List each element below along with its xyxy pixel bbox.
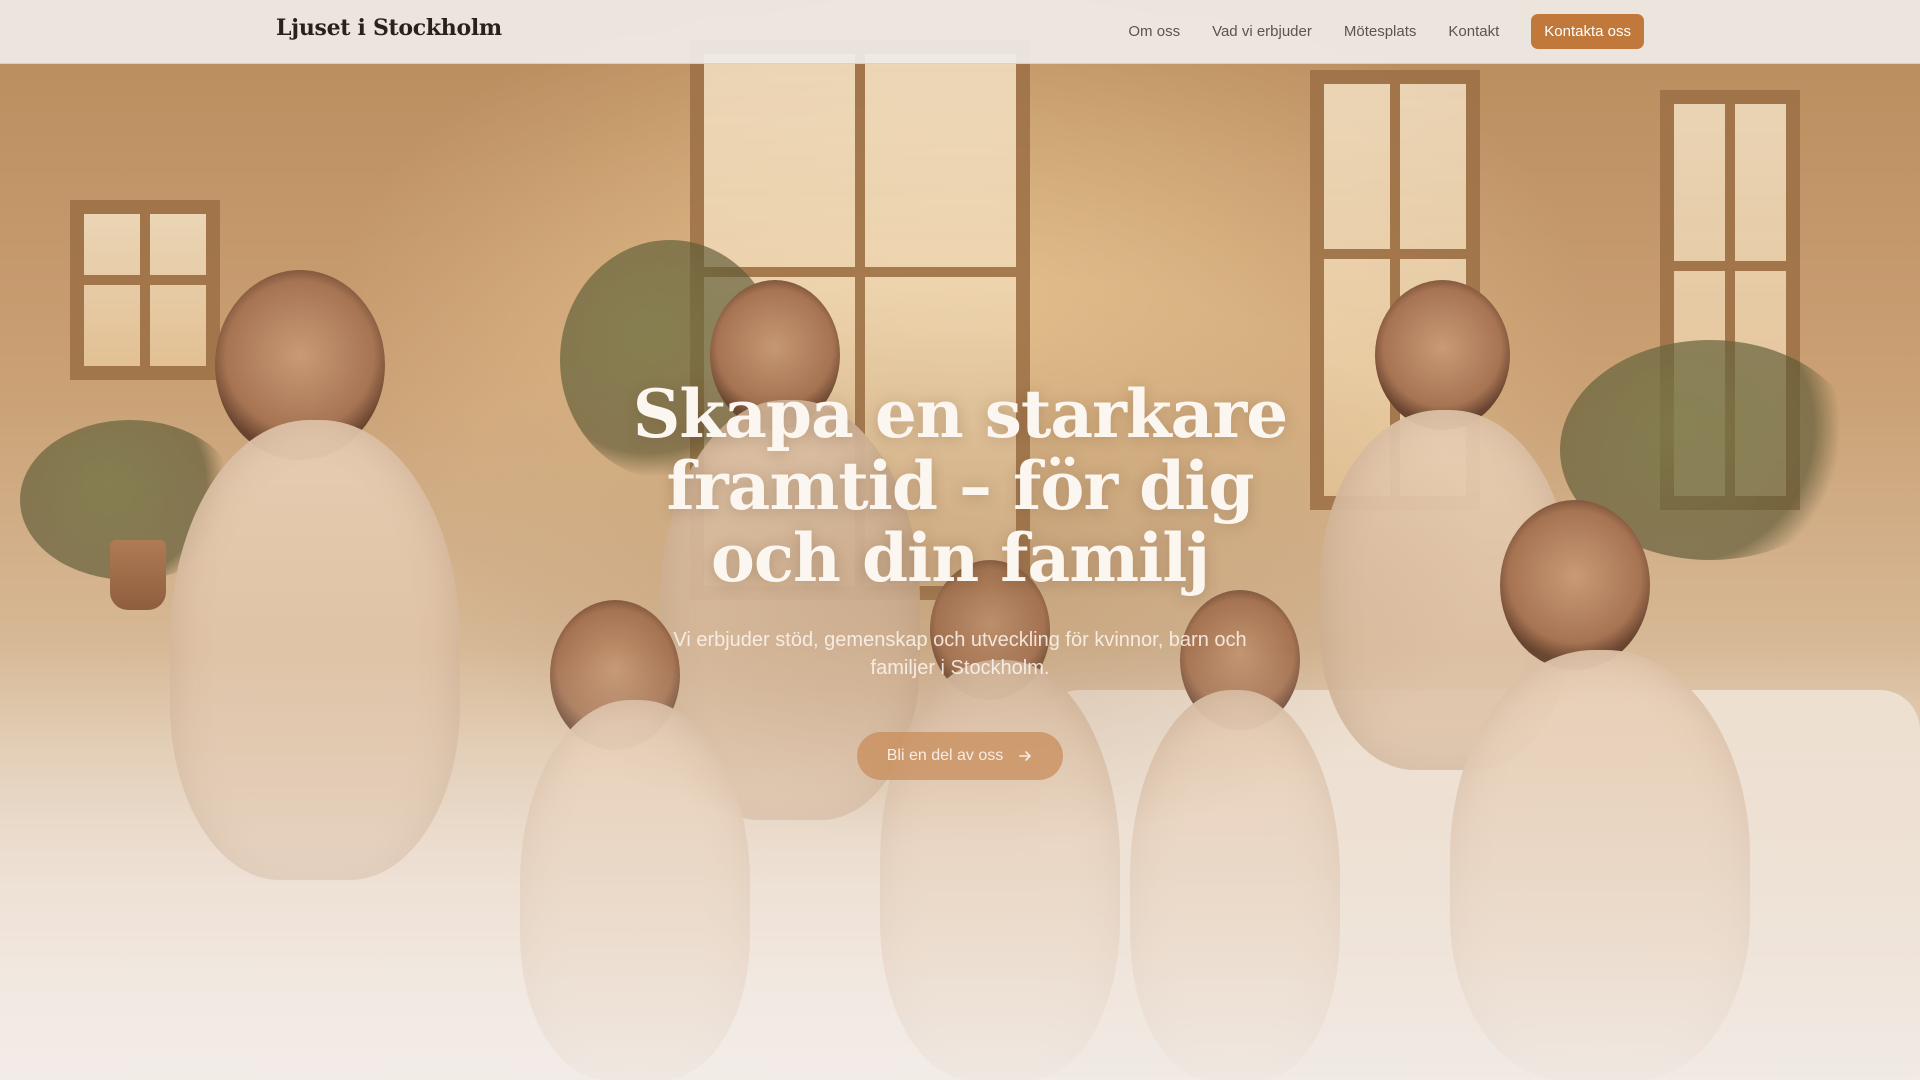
nav-link-om-oss[interactable]: Om oss xyxy=(1128,23,1180,40)
join-us-button-label: Bli en del av oss xyxy=(886,747,1004,764)
hero-section: Skapa en starkare framtid – för dig och … xyxy=(0,378,1920,780)
arrow-right-icon xyxy=(1017,748,1033,764)
site-header: Ljuset i Stockholm Om oss Vad vi erbjude… xyxy=(0,0,1920,64)
join-us-button[interactable]: Bli en del av oss xyxy=(856,732,1064,780)
contact-us-button[interactable]: Kontakta oss xyxy=(1531,14,1644,49)
hero-subtitle: Vi erbjuder stöd, gemenskap och utveckli… xyxy=(673,629,1247,679)
landing-page: Ljuset i Stockholm Om oss Vad vi erbjude… xyxy=(0,0,1920,1080)
hero-title: Skapa en starkare framtid – för dig och … xyxy=(632,375,1288,597)
nav-link-vad-vi-erbjuder[interactable]: Vad vi erbjuder xyxy=(1212,23,1312,40)
main-nav: Om oss Vad vi erbjuder Mötesplats Kontak… xyxy=(1128,14,1644,49)
brand-logo-link[interactable]: Ljuset i Stockholm xyxy=(276,15,502,41)
nav-link-kontakt[interactable]: Kontakt xyxy=(1448,23,1499,40)
nav-link-motesplats[interactable]: Mötesplats xyxy=(1344,23,1417,40)
